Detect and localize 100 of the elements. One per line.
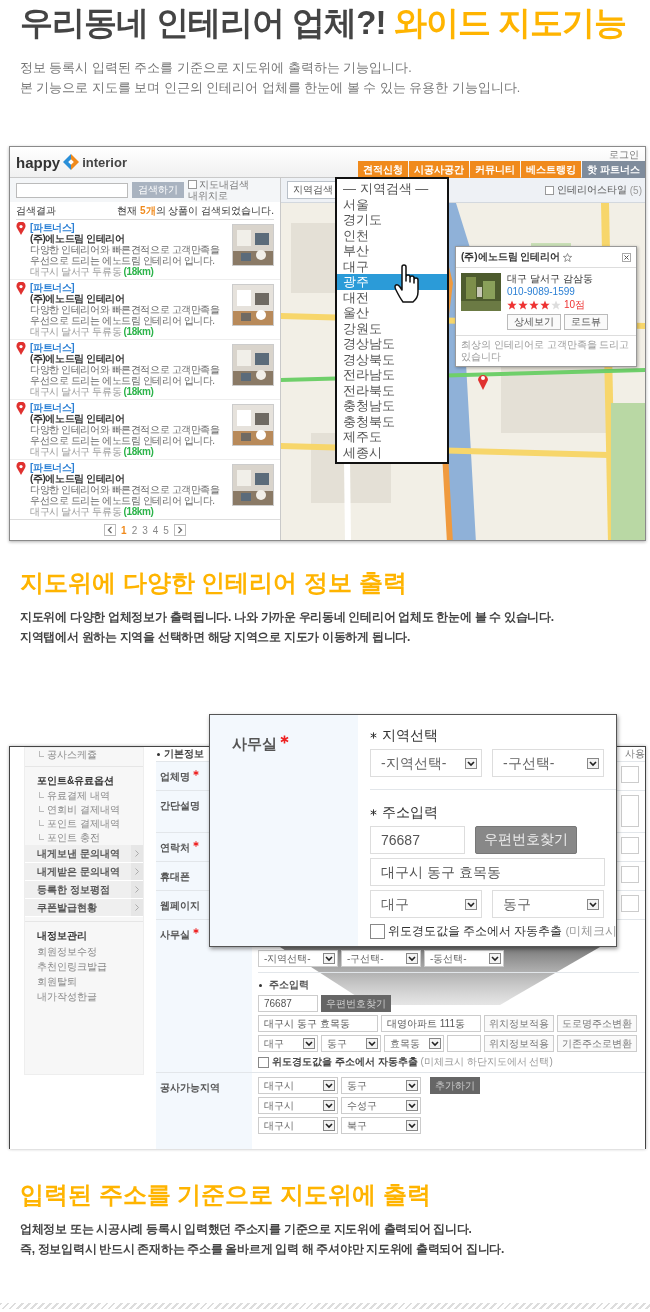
prev-page-button[interactable] bbox=[104, 524, 117, 536]
result-tag: [파트너스] bbox=[30, 342, 228, 353]
result-distance: (18km) bbox=[123, 506, 154, 517]
select-field[interactable]: -지역선택- bbox=[370, 749, 482, 777]
select-field[interactable]: 대구 bbox=[370, 890, 482, 918]
sidebar-item[interactable]: 유료결제 내역 bbox=[25, 789, 143, 803]
input-field[interactable]: 76687 bbox=[370, 826, 465, 854]
login-link[interactable]: 로그인 bbox=[609, 147, 645, 161]
sidebar-menu-item[interactable]: 등록한 정보평점 bbox=[25, 881, 143, 899]
description-text: 지역탭에서 원하는 지역을 선택하면 해당 지역으로 지도가 이동하게 됩니다. bbox=[20, 629, 411, 646]
result-title: (주)에노드림 인테리어 bbox=[30, 353, 125, 364]
address-button[interactable]: 위치정보적용 bbox=[484, 1035, 554, 1052]
sidebar-item[interactable]: 공사스케쥴 bbox=[25, 748, 143, 762]
result-title: (주)에노드림 인테리어 bbox=[30, 473, 125, 484]
input-field[interactable] bbox=[621, 837, 639, 854]
input-field[interactable]: 대구시 동구 효목동 bbox=[258, 1015, 378, 1032]
select-field[interactable]: 대구시 bbox=[258, 1097, 338, 1114]
select-field[interactable]: 북구 bbox=[341, 1117, 421, 1134]
map-pin-icon bbox=[16, 222, 26, 235]
location-link[interactable]: 내위치로 bbox=[188, 190, 249, 201]
sidebar-link[interactable]: 내가작성한글 bbox=[25, 989, 143, 1004]
nav-tab[interactable]: 핫 파트너스 bbox=[582, 161, 645, 178]
select-field[interactable]: 동구 bbox=[321, 1035, 381, 1052]
checkbox[interactable] bbox=[188, 180, 197, 189]
input-field[interactable] bbox=[621, 866, 639, 883]
result-distance: (18km) bbox=[123, 326, 154, 337]
sidebar-menu-item[interactable]: 쿠폰발급현황 bbox=[25, 899, 143, 917]
description-text: 본 기능으로 지도를 보며 인근의 인테리어 업체를 한눈에 볼 수 있는 유용한 기능입니다. bbox=[20, 80, 522, 97]
sidebar-link[interactable]: 회원탈퇴 bbox=[25, 974, 143, 989]
input-field[interactable] bbox=[621, 895, 639, 912]
select-field[interactable]: 수성구 bbox=[341, 1097, 421, 1114]
select-field[interactable]: 대구시 bbox=[258, 1077, 338, 1094]
checkbox[interactable] bbox=[544, 185, 554, 195]
sidebar-menu-item[interactable]: 내게보낸 문의내역 bbox=[25, 845, 143, 863]
bullet-icon bbox=[156, 751, 161, 757]
page-number[interactable]: 4 bbox=[152, 524, 159, 536]
input-field[interactable]: 76687 bbox=[258, 995, 318, 1012]
result-tag: [파트너스] bbox=[30, 402, 228, 413]
sidebar-link[interactable]: 회원정보수정 bbox=[25, 944, 143, 959]
description-text: 지도위에 다양한 업체정보가 출력됩니다. 나와 가까운 우리동네 인테리어 업체도 한눈에 볼 수 있습니다. bbox=[20, 609, 555, 626]
dropdown-arrow-icon bbox=[323, 953, 335, 964]
dropdown-arrow-icon bbox=[406, 1100, 418, 1111]
dropdown-arrow-icon bbox=[303, 1038, 315, 1049]
description-text: 즉, 정보입력시 반드시 존재하는 주소를 올바르게 입력 해 주셔야만 지도위에 출력되어 집니다. bbox=[20, 1241, 506, 1258]
sidebar-menu-item[interactable]: 내게받은 문의내역 bbox=[25, 863, 143, 881]
search-field[interactable] bbox=[16, 182, 128, 198]
input-field[interactable] bbox=[447, 1035, 481, 1052]
result-address: 대구시 달서구 두류동 bbox=[30, 386, 122, 397]
description-text: 정보 등록시 입력된 주소를 기준으로 지도위에 출력하는 기능입니다. bbox=[20, 60, 413, 77]
next-page-button[interactable] bbox=[173, 524, 186, 536]
dropdown-arrow-icon bbox=[323, 1120, 335, 1131]
sidebar-item[interactable]: 연회비 결제내역 bbox=[25, 803, 143, 817]
select-field[interactable]: -구선택- bbox=[341, 950, 421, 967]
input-field[interactable]: 대영아파트 111동 bbox=[381, 1015, 481, 1032]
dropdown-arrow-icon bbox=[323, 1080, 335, 1091]
results-label: 검색결과 bbox=[16, 203, 56, 218]
text-area[interactable] bbox=[621, 795, 639, 827]
section-label: 기본정보 bbox=[164, 747, 204, 761]
select-field[interactable]: 대구시 bbox=[258, 1117, 338, 1134]
checkbox[interactable] bbox=[258, 1056, 269, 1068]
headline: 지도위에 다양한 인테리어 정보 출력 bbox=[20, 568, 408, 598]
input-field[interactable] bbox=[621, 766, 639, 783]
page-number[interactable]: 2 bbox=[131, 524, 138, 536]
dropdown-heading: — 지역검색 — bbox=[342, 181, 430, 197]
select-field[interactable]: -지역선택- bbox=[258, 950, 338, 967]
result-distance: (18km) bbox=[123, 386, 154, 397]
sidebar-link[interactable]: 추천인링크발급 bbox=[25, 959, 143, 974]
page-number[interactable]: 5 bbox=[163, 524, 169, 536]
select-field[interactable]: 대구 bbox=[258, 1035, 318, 1052]
checkbox[interactable] bbox=[370, 924, 385, 939]
result-tag: [파트너스] bbox=[30, 222, 228, 233]
result-description: 다양한 인테리어와 빠른견적으로 고객만족을 우선으로 드리는 에노드림 인테리어 입니다. bbox=[30, 364, 221, 386]
sidebar-item[interactable]: 포인트 충전 bbox=[25, 831, 143, 845]
select-field[interactable]: 동구 bbox=[492, 890, 604, 918]
logo-text: happy bbox=[16, 153, 61, 171]
asterisk-icon bbox=[370, 731, 377, 739]
select-field[interactable]: 동구 bbox=[341, 1077, 421, 1094]
result-address: 대구시 달서구 두류동 bbox=[30, 266, 122, 277]
chevron-left-icon bbox=[107, 526, 114, 534]
address-button[interactable]: 도로명주소변환 bbox=[557, 1015, 637, 1032]
address-button[interactable]: 기존주소로변환 bbox=[557, 1035, 637, 1052]
select-field[interactable]: 효목동 bbox=[384, 1035, 444, 1052]
checkbox-label: 인테리어스타일 bbox=[556, 183, 627, 197]
select-field[interactable]: -동선택- bbox=[424, 950, 504, 967]
results-count: 현재 5개의 상품이 검색되었습니다. bbox=[117, 203, 274, 218]
sidebar-item[interactable]: 포인트 결제내역 bbox=[25, 817, 143, 831]
select-field[interactable]: -구선택- bbox=[492, 749, 604, 777]
input-field[interactable]: 대구시 동구 효목동 bbox=[370, 858, 605, 886]
add-button[interactable]: 추가하기 bbox=[430, 1077, 480, 1094]
result-title: (주)에노드림 인테리어 bbox=[30, 233, 125, 244]
field-label: 웹페이지 bbox=[160, 900, 200, 911]
field-label: 간단설명 bbox=[160, 800, 200, 811]
dropdown-arrow-icon bbox=[465, 757, 477, 769]
checkbox-label: 지도내검색 bbox=[199, 179, 249, 190]
result-title: (주)에노드림 인테리어 bbox=[30, 293, 125, 304]
field-label: 사무실 bbox=[232, 735, 277, 752]
address-button[interactable]: 위치정보적용 bbox=[484, 1015, 554, 1032]
zip-search-button[interactable]: 우편번호찾기 bbox=[321, 995, 391, 1012]
page-number[interactable]: 3 bbox=[142, 524, 148, 536]
map-pin-icon bbox=[16, 462, 26, 475]
